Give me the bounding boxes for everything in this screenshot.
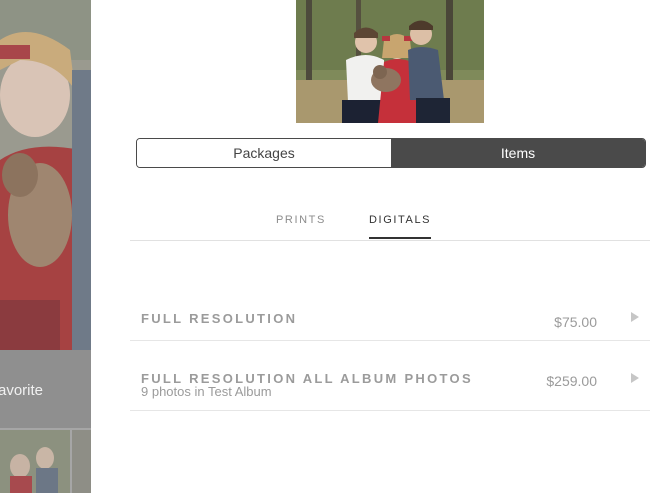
thumbnail-strip bbox=[0, 428, 91, 493]
chevron-right-icon bbox=[631, 312, 639, 322]
selected-photo bbox=[296, 0, 484, 123]
chevron-right-icon bbox=[631, 373, 639, 383]
tab-digitals[interactable]: DIGITALS bbox=[369, 214, 432, 239]
item-name: FULL RESOLUTION bbox=[141, 311, 298, 326]
items-button[interactable]: Items bbox=[391, 139, 645, 167]
tab-prints[interactable]: PRINTS bbox=[276, 214, 326, 237]
item-subtitle: 9 photos in Test Album bbox=[141, 384, 272, 399]
item-price: $259.00 bbox=[546, 373, 597, 389]
background-photo bbox=[0, 0, 91, 350]
category-tabs: PRINTS DIGITALS bbox=[130, 206, 650, 241]
favorite-label: avorite bbox=[0, 382, 44, 399]
packages-items-toggle: Packages Items bbox=[136, 138, 646, 168]
gallery-background: avorite bbox=[0, 0, 91, 493]
item-row-full-resolution-album[interactable]: FULL RESOLUTION ALL ALBUM PHOTOS 9 photo… bbox=[130, 341, 650, 411]
product-panel: Packages Items PRINTS DIGITALS FULL RESO… bbox=[91, 0, 654, 493]
packages-button[interactable]: Packages bbox=[137, 139, 391, 167]
item-price: $75.00 bbox=[554, 314, 597, 330]
item-row-full-resolution[interactable]: FULL RESOLUTION $75.00 bbox=[130, 296, 650, 341]
